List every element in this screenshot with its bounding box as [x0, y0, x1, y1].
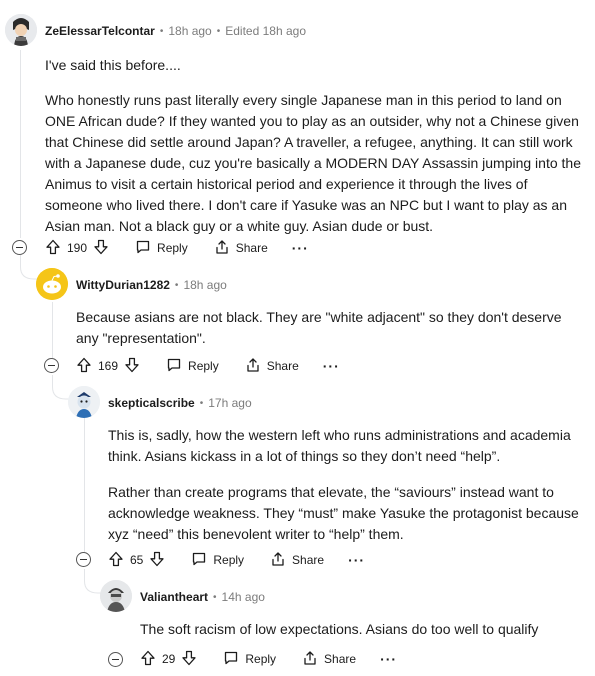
reply-button[interactable]: Reply	[166, 357, 219, 376]
collapse-icon[interactable]	[44, 358, 59, 373]
downvote-icon[interactable]	[124, 357, 140, 376]
author-name[interactable]: ZeElessarTelcontar	[45, 24, 155, 38]
author-name[interactable]: WittyDurian1282	[76, 278, 170, 292]
timestamp: 18h ago	[183, 278, 227, 292]
avatar[interactable]	[68, 386, 100, 418]
upvote-icon[interactable]	[45, 239, 61, 258]
downvote-icon[interactable]	[149, 551, 165, 570]
author-name[interactable]: skepticalscribe	[108, 396, 195, 410]
share-button[interactable]: Share	[214, 239, 268, 258]
avatar[interactable]	[5, 14, 37, 46]
collapse-icon[interactable]	[108, 652, 123, 667]
vote-count: 29	[162, 652, 176, 666]
comment-actions: 65 Reply Share ···	[108, 549, 365, 571]
reply-button[interactable]: Reply	[223, 650, 276, 669]
upvote-icon[interactable]	[108, 551, 124, 570]
share-icon	[245, 357, 261, 376]
reply-icon	[166, 357, 182, 376]
comment-text: This is, sadly, how the western left who…	[108, 427, 571, 464]
share-button[interactable]: Share	[245, 357, 299, 376]
comment-text: I've said this before....	[45, 57, 181, 73]
downvote-icon[interactable]	[181, 650, 197, 669]
vote-controls: 29	[140, 650, 197, 669]
edited-label: Edited 18h ago	[225, 24, 306, 38]
downvote-icon[interactable]	[93, 239, 109, 258]
avatar[interactable]	[36, 268, 68, 300]
timestamp: 17h ago	[208, 396, 252, 410]
comment-meta: WittyDurian1282 • 18h ago	[76, 278, 227, 292]
collapse-icon[interactable]	[76, 552, 91, 567]
collapse-icon[interactable]	[12, 240, 27, 255]
thread-line	[52, 302, 53, 358]
upvote-icon[interactable]	[76, 357, 92, 376]
timestamp: 14h ago	[221, 590, 265, 604]
vote-count: 169	[98, 359, 119, 373]
comment-actions: 169 Reply Share ···	[76, 355, 340, 377]
share-button[interactable]: Share	[302, 650, 356, 669]
share-icon	[214, 239, 230, 258]
comment-meta: skepticalscribe • 17h ago	[108, 396, 252, 410]
comment-meta: Valiantheart • 14h ago	[140, 590, 265, 604]
reply-icon	[191, 551, 207, 570]
reply-icon	[135, 239, 151, 258]
comment-text: Rather than create programs that elevate…	[108, 484, 579, 542]
share-icon	[270, 551, 286, 570]
comment-text: The soft racism of low expectations. Asi…	[140, 621, 539, 637]
thread-line	[84, 418, 85, 552]
comment-meta: ZeElessarTelcontar • 18h ago • Edited 18…	[45, 24, 306, 38]
more-icon[interactable]: ···	[380, 652, 397, 666]
reply-button[interactable]: Reply	[135, 239, 188, 258]
share-button[interactable]: Share	[270, 551, 324, 570]
reply-icon	[223, 650, 239, 669]
more-icon[interactable]: ···	[348, 553, 365, 567]
more-icon[interactable]: ···	[323, 359, 340, 373]
comment-actions: 190 Reply Share ···	[45, 237, 309, 259]
vote-count: 65	[130, 553, 144, 567]
comment-text: Because asians are not black. They are "…	[76, 309, 562, 346]
timestamp: 18h ago	[168, 24, 212, 38]
vote-controls: 169	[76, 357, 140, 376]
upvote-icon[interactable]	[140, 650, 156, 669]
comment-actions: 29 Reply Share ···	[140, 648, 397, 670]
avatar[interactable]	[100, 580, 132, 612]
more-icon[interactable]: ···	[292, 241, 309, 255]
author-name[interactable]: Valiantheart	[140, 590, 208, 604]
thread-line	[20, 50, 21, 238]
reply-button[interactable]: Reply	[191, 551, 244, 570]
comment-text: Who honestly runs past literally every s…	[45, 92, 581, 234]
share-icon	[302, 650, 318, 669]
vote-controls: 190	[45, 239, 109, 258]
vote-controls: 65	[108, 551, 165, 570]
vote-count: 190	[67, 241, 88, 255]
